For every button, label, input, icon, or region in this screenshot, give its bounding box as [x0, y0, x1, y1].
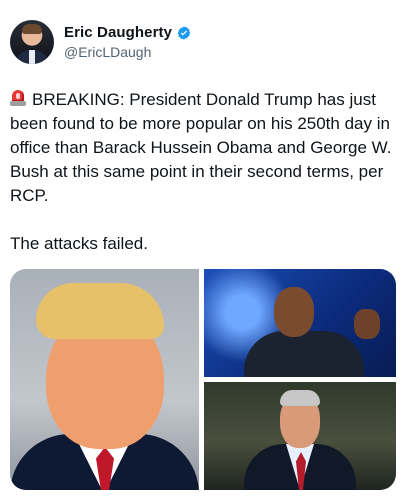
tweet-paragraph-2: The attacks failed.	[10, 234, 148, 253]
tweet-paragraph: BREAKING: President Donald Trump has jus…	[10, 88, 395, 208]
head	[274, 287, 314, 337]
avatar[interactable]	[10, 20, 54, 64]
image-obama[interactable]	[204, 269, 396, 377]
image-bush[interactable]	[204, 382, 396, 490]
tweet-text: BREAKING: President Donald Trump has jus…	[10, 88, 395, 256]
author-meta: Eric Daugherty @EricLDaugh	[64, 24, 192, 60]
hair	[280, 390, 320, 406]
verified-badge-icon	[176, 25, 192, 41]
author-display-name[interactable]: Eric Daugherty	[64, 24, 172, 41]
police-siren-icon	[10, 89, 26, 107]
hand	[354, 309, 380, 339]
author-handle[interactable]: @EricLDaugh	[64, 44, 192, 60]
body	[244, 331, 364, 377]
tweet-header: Eric Daugherty @EricLDaugh	[10, 18, 192, 66]
siren-light	[16, 93, 20, 99]
tweet-paragraph-1: BREAKING: President Donald Trump has jus…	[10, 90, 392, 205]
image-trump[interactable]	[10, 269, 199, 490]
avatar-shirt	[29, 50, 35, 64]
tweet-media-grid[interactable]	[10, 269, 396, 490]
hair	[36, 283, 164, 339]
siren-base	[10, 101, 26, 106]
author-name-row: Eric Daugherty	[64, 24, 192, 41]
avatar-hair	[22, 24, 42, 34]
